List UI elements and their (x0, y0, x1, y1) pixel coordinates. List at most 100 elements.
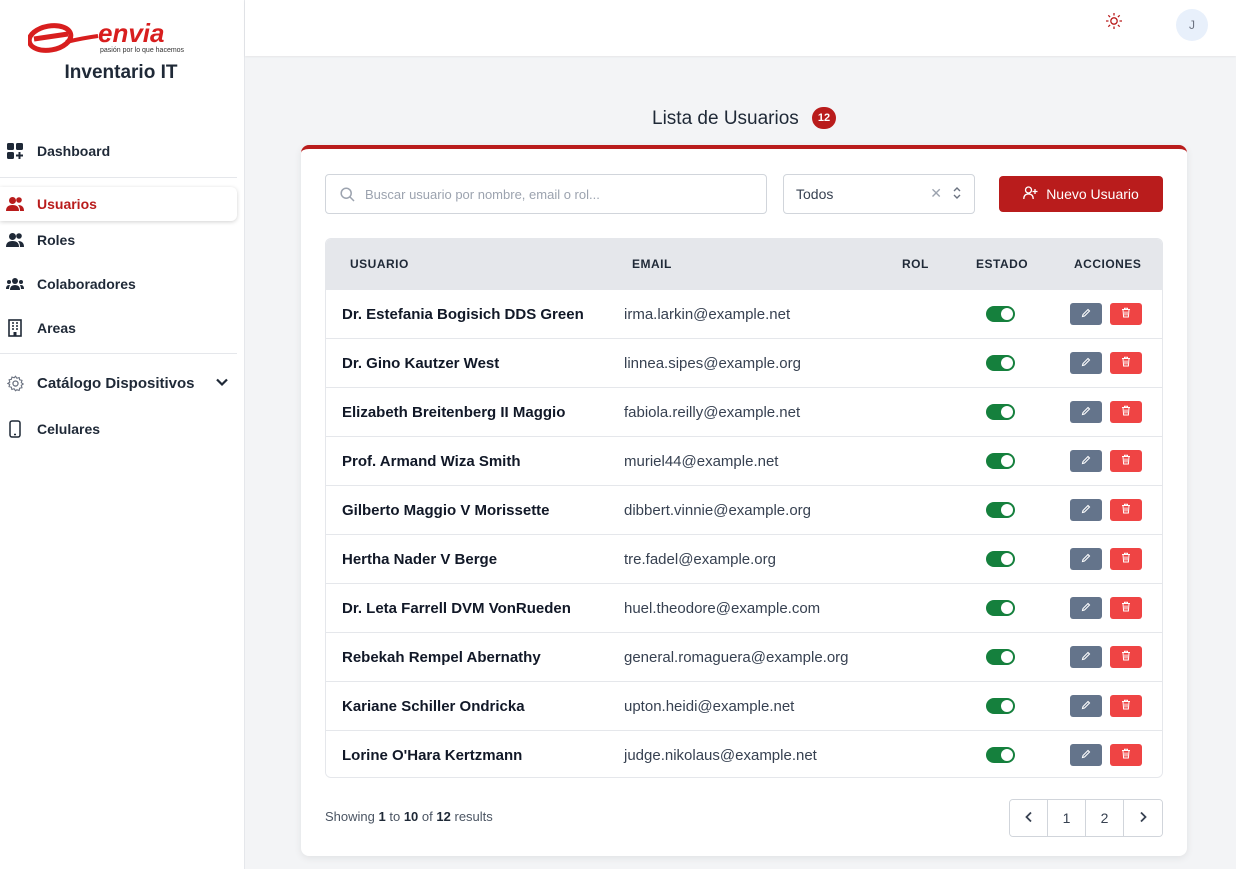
table-row: Lorine O'Hara Kertzmann judge.nikolaus@ex… (326, 730, 1162, 777)
role-filter-value: Todos (796, 186, 834, 202)
user-name: Hertha Nader V Berge (342, 551, 498, 568)
delete-button[interactable] (1110, 597, 1142, 619)
pencil-icon (1081, 697, 1091, 715)
edit-button[interactable] (1070, 401, 1102, 423)
pencil-icon (1081, 746, 1091, 764)
results-to-word: to (389, 809, 401, 824)
edit-button[interactable] (1070, 646, 1102, 668)
column-header-status: ESTADO (976, 257, 1029, 271)
edit-button[interactable] (1070, 303, 1102, 325)
team-icon (6, 275, 24, 293)
delete-button[interactable] (1110, 744, 1142, 766)
trash-icon (1121, 599, 1131, 617)
sidebar-item-areas[interactable]: Areas (0, 311, 237, 345)
page-1-button[interactable]: 1 (1048, 800, 1086, 836)
brand-logo[interactable]: envia pasión por lo que hacemos (26, 18, 204, 56)
delete-button[interactable] (1110, 499, 1142, 521)
delete-button[interactable] (1110, 352, 1142, 374)
sidebar-item-colaboradores[interactable]: Colaboradores (0, 267, 237, 301)
status-toggle[interactable] (986, 453, 1015, 469)
status-toggle[interactable] (986, 355, 1015, 371)
new-user-button[interactable]: Nuevo Usuario (999, 176, 1163, 212)
table-row: Rebekah Rempel Abernathy general.romaguer… (326, 632, 1162, 681)
sidebar-divider (0, 177, 237, 178)
new-user-label: Nuevo Usuario (1046, 186, 1139, 202)
table-body: Dr. Estefania Bogisich DDS Green irma.lar… (326, 289, 1162, 777)
trash-icon (1121, 501, 1131, 519)
page-title: Lista de Usuarios (652, 108, 799, 129)
search-box[interactable] (325, 174, 767, 214)
delete-button[interactable] (1110, 646, 1142, 668)
column-header-email: EMAIL (632, 257, 672, 271)
edit-button[interactable] (1070, 597, 1102, 619)
search-input[interactable] (365, 186, 745, 202)
edit-button[interactable] (1070, 744, 1102, 766)
pencil-icon (1081, 305, 1091, 323)
trash-icon (1121, 403, 1131, 421)
user-name: Dr. Gino Kautzer West (342, 355, 500, 372)
table-row: Kariane Schiller Ondricka upton.heidi@exa… (326, 681, 1162, 730)
next-page-button[interactable] (1124, 800, 1162, 836)
sidebar-item-catalogo-dispositivos[interactable]: Catálogo Dispositivos (0, 366, 237, 400)
status-toggle[interactable] (986, 404, 1015, 420)
page-2-button[interactable]: 2 (1086, 800, 1124, 836)
user-name: Prof. Armand Wiza Smith (342, 453, 521, 470)
status-toggle[interactable] (986, 551, 1015, 567)
status-toggle[interactable] (986, 502, 1015, 518)
avatar[interactable]: J (1176, 9, 1208, 41)
edit-button[interactable] (1070, 695, 1102, 717)
delete-button[interactable] (1110, 450, 1142, 472)
sun-icon (1105, 12, 1123, 35)
sidebar: envia pasión por lo que hacemos Inventar… (0, 0, 245, 869)
trash-icon (1121, 697, 1131, 715)
users-icon (6, 195, 24, 213)
table-row: Hertha Nader V Berge tre.fadel@example.or… (326, 534, 1162, 583)
sidebar-item-dashboard[interactable]: Dashboard (0, 134, 237, 168)
search-icon (340, 186, 355, 202)
status-toggle[interactable] (986, 698, 1015, 714)
prev-page-button[interactable] (1010, 800, 1048, 836)
role-filter-select[interactable]: Todos ✕ (783, 174, 975, 214)
results-of-word: of (421, 809, 433, 824)
edit-button[interactable] (1070, 450, 1102, 472)
user-email: huel.theodore@example.com (624, 600, 821, 617)
svg-text:envia: envia (98, 20, 165, 48)
status-toggle[interactable] (986, 600, 1015, 616)
user-count-badge: 12 (812, 107, 836, 129)
edit-button[interactable] (1070, 548, 1102, 570)
users-table: USUARIO EMAIL ROL ESTADO ACCIONES Dr. Es… (325, 238, 1163, 778)
delete-button[interactable] (1110, 695, 1142, 717)
table-header: USUARIO EMAIL ROL ESTADO ACCIONES (326, 239, 1162, 289)
user-email: upton.heidi@example.net (624, 698, 795, 715)
delete-button[interactable] (1110, 548, 1142, 570)
sidebar-item-roles[interactable]: Roles (0, 223, 237, 257)
results-prefix: Showing (325, 809, 375, 824)
svg-text:pasión por lo que hacemos: pasión por lo que hacemos (100, 47, 185, 54)
trash-icon (1121, 354, 1131, 372)
status-toggle[interactable] (986, 306, 1015, 322)
pencil-icon (1081, 403, 1091, 421)
status-toggle[interactable] (986, 747, 1015, 763)
edit-button[interactable] (1070, 499, 1102, 521)
clear-icon[interactable]: ✕ (930, 185, 942, 202)
pencil-icon (1081, 452, 1091, 470)
status-toggle[interactable] (986, 649, 1015, 665)
chevron-down-icon[interactable] (215, 375, 229, 393)
table-row: Dr. Estefania Bogisich DDS Green irma.lar… (326, 289, 1162, 338)
delete-button[interactable] (1110, 401, 1142, 423)
results-from: 1 (378, 809, 386, 824)
sidebar-item-usuarios[interactable]: Usuarios (0, 187, 237, 221)
edit-button[interactable] (1070, 352, 1102, 374)
gear-icon (6, 374, 24, 392)
chevron-up-down-icon[interactable] (952, 185, 962, 204)
delete-button[interactable] (1110, 303, 1142, 325)
user-email: irma.larkin@example.net (624, 306, 791, 323)
user-name: Dr. Leta Farrell DVM VonRueden (342, 600, 571, 617)
trash-icon (1121, 746, 1131, 764)
sidebar-item-celulares[interactable]: Celulares (0, 412, 237, 446)
trash-icon (1121, 305, 1131, 323)
results-word: results (454, 809, 493, 824)
users-card: Todos ✕ Nuevo Usuario USUARIO EMAIL ROL … (301, 145, 1187, 856)
theme-toggle-button[interactable] (1103, 12, 1125, 34)
pencil-icon (1081, 501, 1091, 519)
